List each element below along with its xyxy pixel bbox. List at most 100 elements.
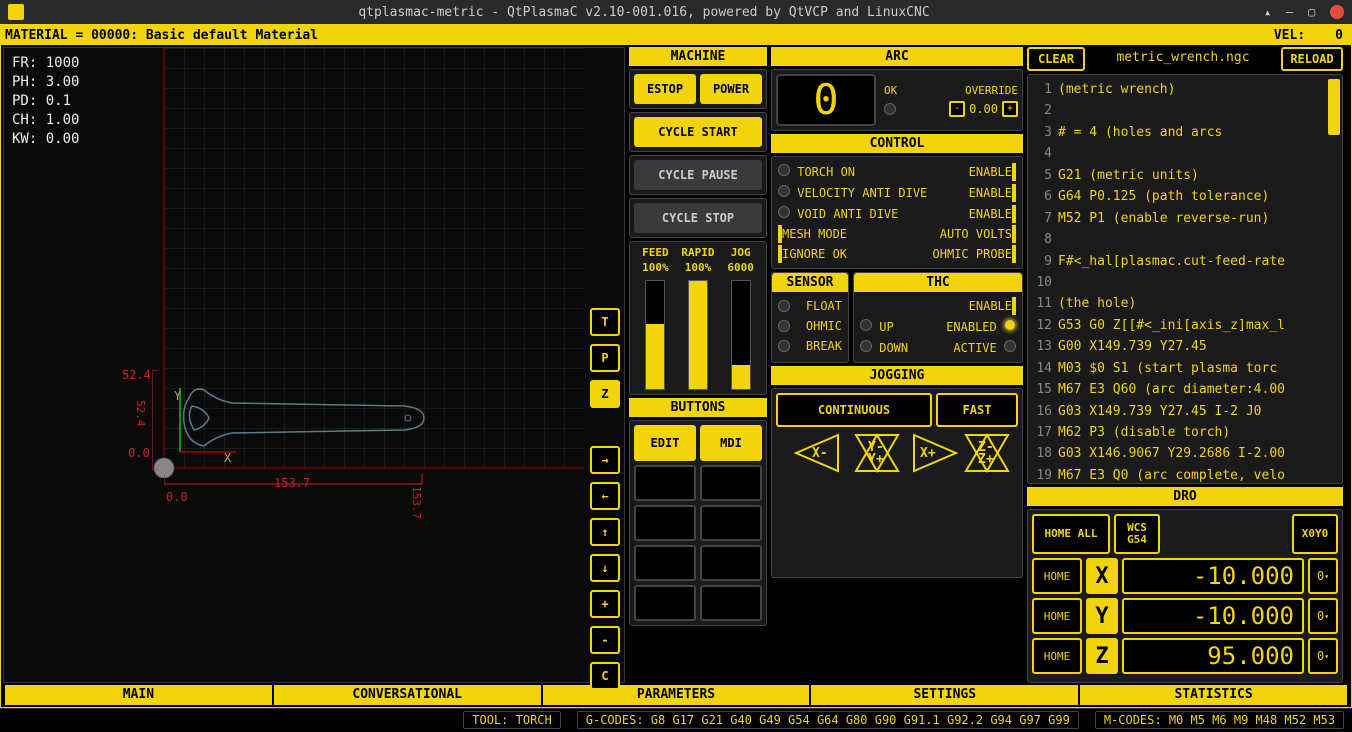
thc-down-led xyxy=(860,340,872,352)
nav-button[interactable]: C xyxy=(590,662,620,690)
svg-text:X+: X+ xyxy=(920,446,936,461)
gcode-line-number: 9 xyxy=(1030,251,1052,272)
user-button-slot[interactable] xyxy=(634,585,696,621)
jogging-header: JOGGING xyxy=(771,366,1023,385)
control-label: IGNORE OK xyxy=(782,247,847,261)
mdi-button[interactable]: MDI xyxy=(700,425,762,461)
edit-button[interactable]: EDIT xyxy=(634,425,696,461)
gcode-line-text: M52 P1 (enable reverse-run) xyxy=(1058,208,1269,229)
arc-ok-led xyxy=(884,103,896,115)
jog-x-plus[interactable]: X+ xyxy=(912,433,958,473)
slider-feed[interactable] xyxy=(645,280,665,390)
sensor-float-led xyxy=(778,300,790,312)
gcode-reload-button[interactable]: RELOAD xyxy=(1281,47,1343,71)
enable-checkbox[interactable] xyxy=(1012,205,1016,223)
jog-y-minus[interactable]: Y- xyxy=(854,433,900,473)
user-button-slot[interactable] xyxy=(700,545,762,581)
x0y0-button[interactable]: X0Y0 xyxy=(1292,514,1338,554)
sensor-ohmic-led xyxy=(778,320,790,332)
dro-header: DRO xyxy=(1027,487,1343,506)
nav-button[interactable]: ↓ xyxy=(590,554,620,582)
gcode-line-text: (the hole) xyxy=(1058,293,1136,314)
gcode-line-number: 1 xyxy=(1030,79,1052,100)
user-button-slot[interactable] xyxy=(700,465,762,501)
window-close-icon[interactable] xyxy=(1330,5,1344,19)
control-right-label: OHMIC PROBE xyxy=(933,247,1012,261)
thc-header: THC xyxy=(854,273,1022,292)
slider-rapid[interactable] xyxy=(688,280,708,390)
gcode-line-text: M67 E3 Q0 (arc complete, velo xyxy=(1058,465,1285,484)
gcode-line-number: 12 xyxy=(1030,315,1052,336)
home-z-button[interactable]: HOME xyxy=(1032,638,1082,674)
jog-continuous-button[interactable]: CONTINUOUS xyxy=(776,393,932,427)
svg-text:X-: X- xyxy=(812,446,828,461)
view-t-button[interactable]: T xyxy=(590,308,620,336)
sensor-float-label: FLOAT xyxy=(806,299,842,313)
cycle-stop-button[interactable]: CYCLE STOP xyxy=(634,203,762,233)
zero-z-button[interactable]: 0▾ xyxy=(1308,638,1338,674)
window-minimize-icon[interactable]: — xyxy=(1286,5,1300,19)
cycle-pause-button[interactable]: CYCLE PAUSE xyxy=(634,160,762,190)
control-right-label: ENABLE xyxy=(969,186,1012,200)
auto-volts-checkbox[interactable] xyxy=(1012,225,1016,243)
tab-parameters[interactable]: PARAMETERS xyxy=(543,685,810,705)
slider-feed-value: 100% xyxy=(642,261,669,274)
home-x-button[interactable]: HOME xyxy=(1032,558,1082,594)
nav-button[interactable]: → xyxy=(590,446,620,474)
tab-conversational[interactable]: CONVERSATIONAL xyxy=(274,685,541,705)
user-button-slot[interactable] xyxy=(634,505,696,541)
tab-statistics[interactable]: STATISTICS xyxy=(1080,685,1347,705)
nav-button[interactable]: ↑ xyxy=(590,518,620,546)
titlebar: qtplasmac-metric - QtPlasmaC v2.10-001.0… xyxy=(0,0,1352,24)
user-button-slot[interactable] xyxy=(700,585,762,621)
wcs-button[interactable]: WCS G54 xyxy=(1114,514,1160,554)
arc-ov-minus[interactable]: - xyxy=(949,101,965,117)
window-pin-icon[interactable]: ▴ xyxy=(1264,5,1278,19)
tab-main[interactable]: MAIN xyxy=(5,685,272,705)
home-all-button[interactable]: HOME ALL xyxy=(1032,514,1110,554)
dim-y-max: 52.4 xyxy=(122,368,151,382)
tab-settings[interactable]: SETTINGS xyxy=(811,685,1078,705)
thc-enable-checkbox[interactable] xyxy=(1012,297,1016,315)
zero-x-button[interactable]: 0▾ xyxy=(1308,558,1338,594)
user-button-slot[interactable] xyxy=(700,505,762,541)
arc-ov-plus[interactable]: + xyxy=(1002,101,1018,117)
material-label[interactable]: MATERIAL = 00000: Basic default Material xyxy=(5,28,1274,43)
nav-button[interactable]: ← xyxy=(590,482,620,510)
slider-jog[interactable] xyxy=(731,280,751,390)
ohmic-probe-checkbox[interactable] xyxy=(1012,245,1016,263)
arc-ok-label: OK xyxy=(884,84,897,97)
user-button-slot[interactable] xyxy=(634,545,696,581)
view-p-button[interactable]: P xyxy=(590,344,620,372)
jog-z-minus[interactable]: Z- xyxy=(964,433,1010,473)
control-right-label: AUTO VOLTS xyxy=(940,227,1012,241)
user-button-slot[interactable] xyxy=(634,465,696,501)
enable-checkbox[interactable] xyxy=(1012,184,1016,202)
nav-button[interactable]: - xyxy=(590,626,620,654)
gcode-clear-button[interactable]: CLEAR xyxy=(1027,47,1085,71)
status-footer: TOOL: TORCH G-CODES: G8 G17 G21 G40 G49 … xyxy=(0,708,1352,730)
gcode-line-text: M62 P3 (disable torch) xyxy=(1058,422,1230,443)
gcode-line-number: 8 xyxy=(1030,229,1052,250)
scrollbar-thumb[interactable] xyxy=(1328,79,1340,135)
window-title: qtplasmac-metric - QtPlasmaC v2.10-001.0… xyxy=(32,5,1256,20)
nav-button[interactable]: + xyxy=(590,590,620,618)
jog-fast-button[interactable]: FAST xyxy=(936,393,1018,427)
cycle-start-button[interactable]: CYCLE START xyxy=(634,117,762,147)
window-maximize-icon[interactable]: ▢ xyxy=(1308,5,1322,19)
control-right-label: ENABLE xyxy=(969,165,1012,179)
zero-y-button[interactable]: 0▾ xyxy=(1308,598,1338,634)
gcode-line-number: 17 xyxy=(1030,422,1052,443)
jog-x-minus[interactable]: X- xyxy=(794,433,840,473)
control-right-label: ENABLE xyxy=(969,207,1012,221)
gcode-line-text: (metric wrench) xyxy=(1058,79,1175,100)
control-label: VOID ANTI DIVE xyxy=(797,207,898,221)
preview-viewport[interactable]: Y X FR: 1000 PH: 3.00 PD: 0.1 CH: 1.00 K… xyxy=(3,47,625,683)
footer-gcodes: G-CODES: G8 G17 G21 G40 G49 G54 G64 G80 … xyxy=(577,711,1079,729)
view-z-button[interactable]: Z xyxy=(590,380,620,408)
gcode-listing[interactable]: 1(metric wrench)23# = 4 (holes and arcs4… xyxy=(1027,74,1343,484)
enable-checkbox[interactable] xyxy=(1012,163,1016,181)
power-button[interactable]: POWER xyxy=(700,74,762,104)
estop-button[interactable]: ESTOP xyxy=(634,74,696,104)
home-y-button[interactable]: HOME xyxy=(1032,598,1082,634)
